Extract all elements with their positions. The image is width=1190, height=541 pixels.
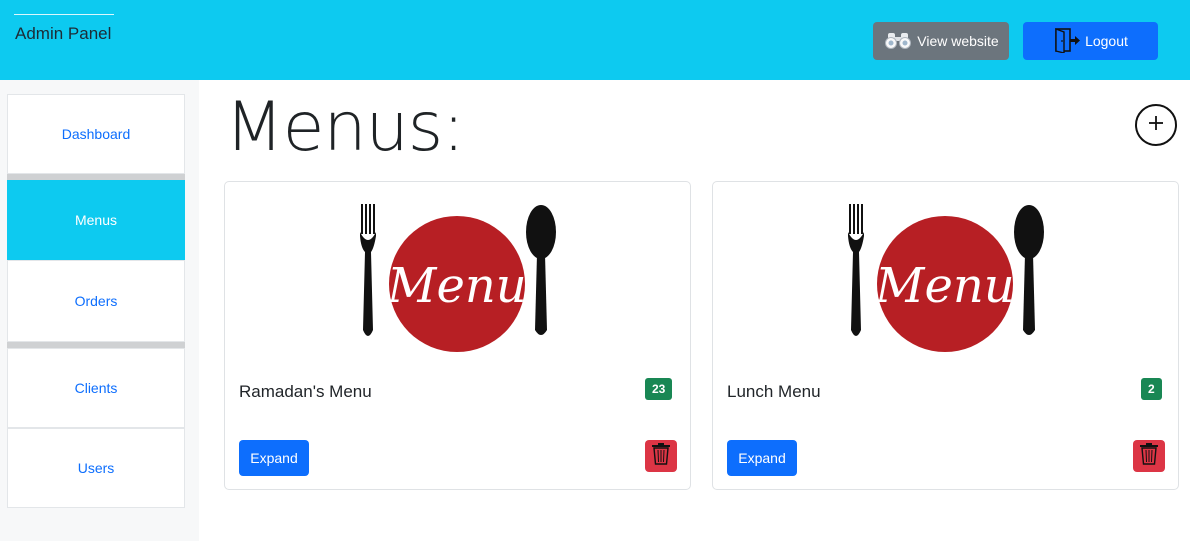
menu-card-title: Lunch Menu <box>727 382 821 401</box>
sidebar-item-label: Orders <box>74 293 118 309</box>
sidebar-item-label: Clients <box>74 380 118 396</box>
menu-logo-text: Menu <box>386 258 526 314</box>
expand-button[interactable]: Expand <box>239 440 309 476</box>
brand-underline <box>14 14 114 15</box>
delete-button[interactable] <box>645 440 677 472</box>
spoon-icon <box>526 205 556 335</box>
menu-card: Menu Ramadan's Menu 23 Expand <box>224 181 691 490</box>
sidebar-item-label: Users <box>77 460 115 476</box>
sidebar-item-orders[interactable]: Orders <box>7 260 185 342</box>
item-count-badge: 23 <box>645 378 673 400</box>
sidebar-item-label: Menus <box>74 212 118 228</box>
plus-circle-icon <box>1146 113 1166 138</box>
trash-icon <box>1138 442 1160 471</box>
sidebar-item-label: Dashboard <box>61 126 131 142</box>
menu-card-title: Ramadan's Menu <box>239 382 372 401</box>
binoculars-icon <box>883 31 913 52</box>
menu-card: Menu Lunch Menu 2 Expand <box>712 181 1179 490</box>
spoon-icon <box>1014 205 1044 335</box>
menu-logo-text: Menu <box>874 258 1014 314</box>
top-navbar: Admin Panel View website Logout <box>0 0 1190 80</box>
menu-logo-image: Menu <box>355 202 560 357</box>
sidebar-item-menus[interactable]: Menus <box>7 180 185 260</box>
item-count-badge: 2 <box>1141 378 1162 400</box>
view-website-label: View website <box>917 33 999 49</box>
sidebar-item-users[interactable]: Users <box>7 428 185 508</box>
delete-button[interactable] <box>1133 440 1165 472</box>
logout-button[interactable]: Logout <box>1023 22 1158 60</box>
add-menu-button[interactable] <box>1135 104 1177 146</box>
logout-label: Logout <box>1085 33 1128 49</box>
page-title: Menus: <box>225 88 465 167</box>
view-website-button[interactable]: View website <box>873 22 1009 60</box>
menu-logo-image: Menu <box>843 202 1048 357</box>
door-exit-icon <box>1053 27 1081 56</box>
brand-title: Admin Panel <box>15 24 112 43</box>
fork-icon <box>360 204 376 336</box>
sidebar-item-clients[interactable]: Clients <box>7 348 185 428</box>
expand-button[interactable]: Expand <box>727 440 797 476</box>
trash-icon <box>650 442 672 471</box>
fork-icon <box>848 204 864 336</box>
sidebar-item-dashboard[interactable]: Dashboard <box>7 94 185 174</box>
